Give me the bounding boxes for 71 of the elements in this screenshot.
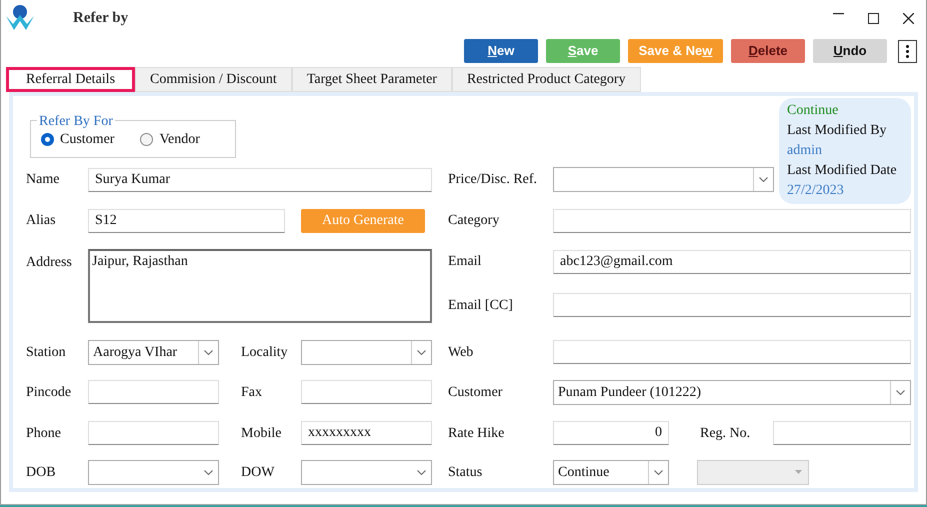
field-label: Pincode (26, 384, 72, 402)
field-label: Fax (241, 384, 263, 402)
text-field[interactable] (553, 293, 911, 317)
field-label: Reg. No. (699, 424, 752, 442)
text-field[interactable]: Surya Kumar (88, 168, 432, 192)
field-label: Name (26, 171, 60, 189)
toolbar-button[interactable]: Undo (813, 39, 887, 63)
field-label: Rate Hike (448, 424, 506, 442)
field-label: Address (26, 254, 73, 272)
modified-by-label: Last Modified By (787, 122, 888, 140)
caret-down-icon (794, 470, 802, 474)
radio-button[interactable] (41, 132, 54, 146)
toolbar-button[interactable]: New (464, 39, 538, 63)
text-field[interactable] (553, 208, 911, 232)
field-label: Email [CC] (448, 296, 514, 314)
chevron-down-icon (759, 177, 768, 182)
chevron-down-icon (417, 350, 426, 354)
modified-date-label: Last Modified Date (787, 162, 898, 180)
field-label: Email (448, 253, 482, 271)
radio-label[interactable]: Vendor (159, 128, 200, 150)
text-field[interactable]: S12 (88, 208, 285, 232)
text-field[interactable] (88, 380, 219, 404)
date-picker[interactable] (88, 460, 219, 484)
field-label: Mobile (241, 424, 282, 442)
window-title: Refer by (73, 8, 128, 28)
field-label: Category (448, 212, 500, 230)
tab[interactable]: Restricted Product Category (452, 67, 641, 92)
chevron-down-icon (896, 390, 905, 394)
more-button[interactable] (898, 40, 917, 62)
field-label: Phone (26, 424, 62, 442)
text-field[interactable]: xxxxxxxxx (301, 421, 432, 445)
maximize-icon[interactable] (868, 12, 879, 24)
logo-icon (5, 4, 35, 32)
tab[interactable]: Commision / Discount (135, 67, 292, 92)
kebab-menu-icon (906, 44, 909, 58)
dropdown[interactable] (301, 340, 432, 364)
field-label: Status (448, 464, 484, 482)
dropdown[interactable]: Aarogya VIhar (88, 340, 219, 364)
field-label: Customer (448, 384, 504, 402)
field-label: Alias (26, 212, 57, 230)
chevron-down-icon (204, 470, 212, 474)
text-field[interactable]: abc123@gmail.com (553, 250, 911, 274)
field-label: Station (26, 344, 67, 362)
status-text: Continue (787, 102, 840, 120)
tab[interactable]: Target Sheet Parameter (292, 67, 452, 92)
radio-button[interactable] (140, 132, 154, 146)
toolbar-button[interactable]: Delete (731, 39, 805, 63)
radio-option[interactable]: Vendor (140, 128, 200, 150)
text-field[interactable] (553, 340, 911, 364)
text-area[interactable]: Jaipur, Rajasthan (88, 249, 432, 323)
close-icon[interactable] (903, 12, 914, 24)
text-field[interactable] (773, 421, 911, 445)
text-field[interactable] (301, 380, 432, 404)
minimize-icon[interactable] (833, 12, 844, 14)
field-label: DOW (241, 464, 276, 482)
chevron-down-icon (654, 470, 663, 474)
modified-date-value: 27/2/2023 (787, 182, 845, 200)
date-picker[interactable] (301, 460, 432, 484)
field-label: DOB (26, 464, 57, 482)
dropdown[interactable] (553, 167, 774, 192)
text-field[interactable]: 0 (553, 421, 669, 445)
modified-by-value: admin (787, 142, 823, 160)
field-label: Web (448, 344, 474, 362)
field-label: Price/Disc. Ref. (448, 171, 538, 189)
chevron-down-icon (204, 350, 213, 354)
dropdown[interactable]: Continue (553, 460, 669, 484)
tab[interactable]: Referral Details (6, 67, 136, 92)
text-field[interactable] (88, 421, 219, 445)
dropdown[interactable]: Punam Pundeer (101222) (553, 380, 911, 404)
chevron-down-icon (416, 470, 426, 474)
field-label: Locality (241, 344, 289, 362)
